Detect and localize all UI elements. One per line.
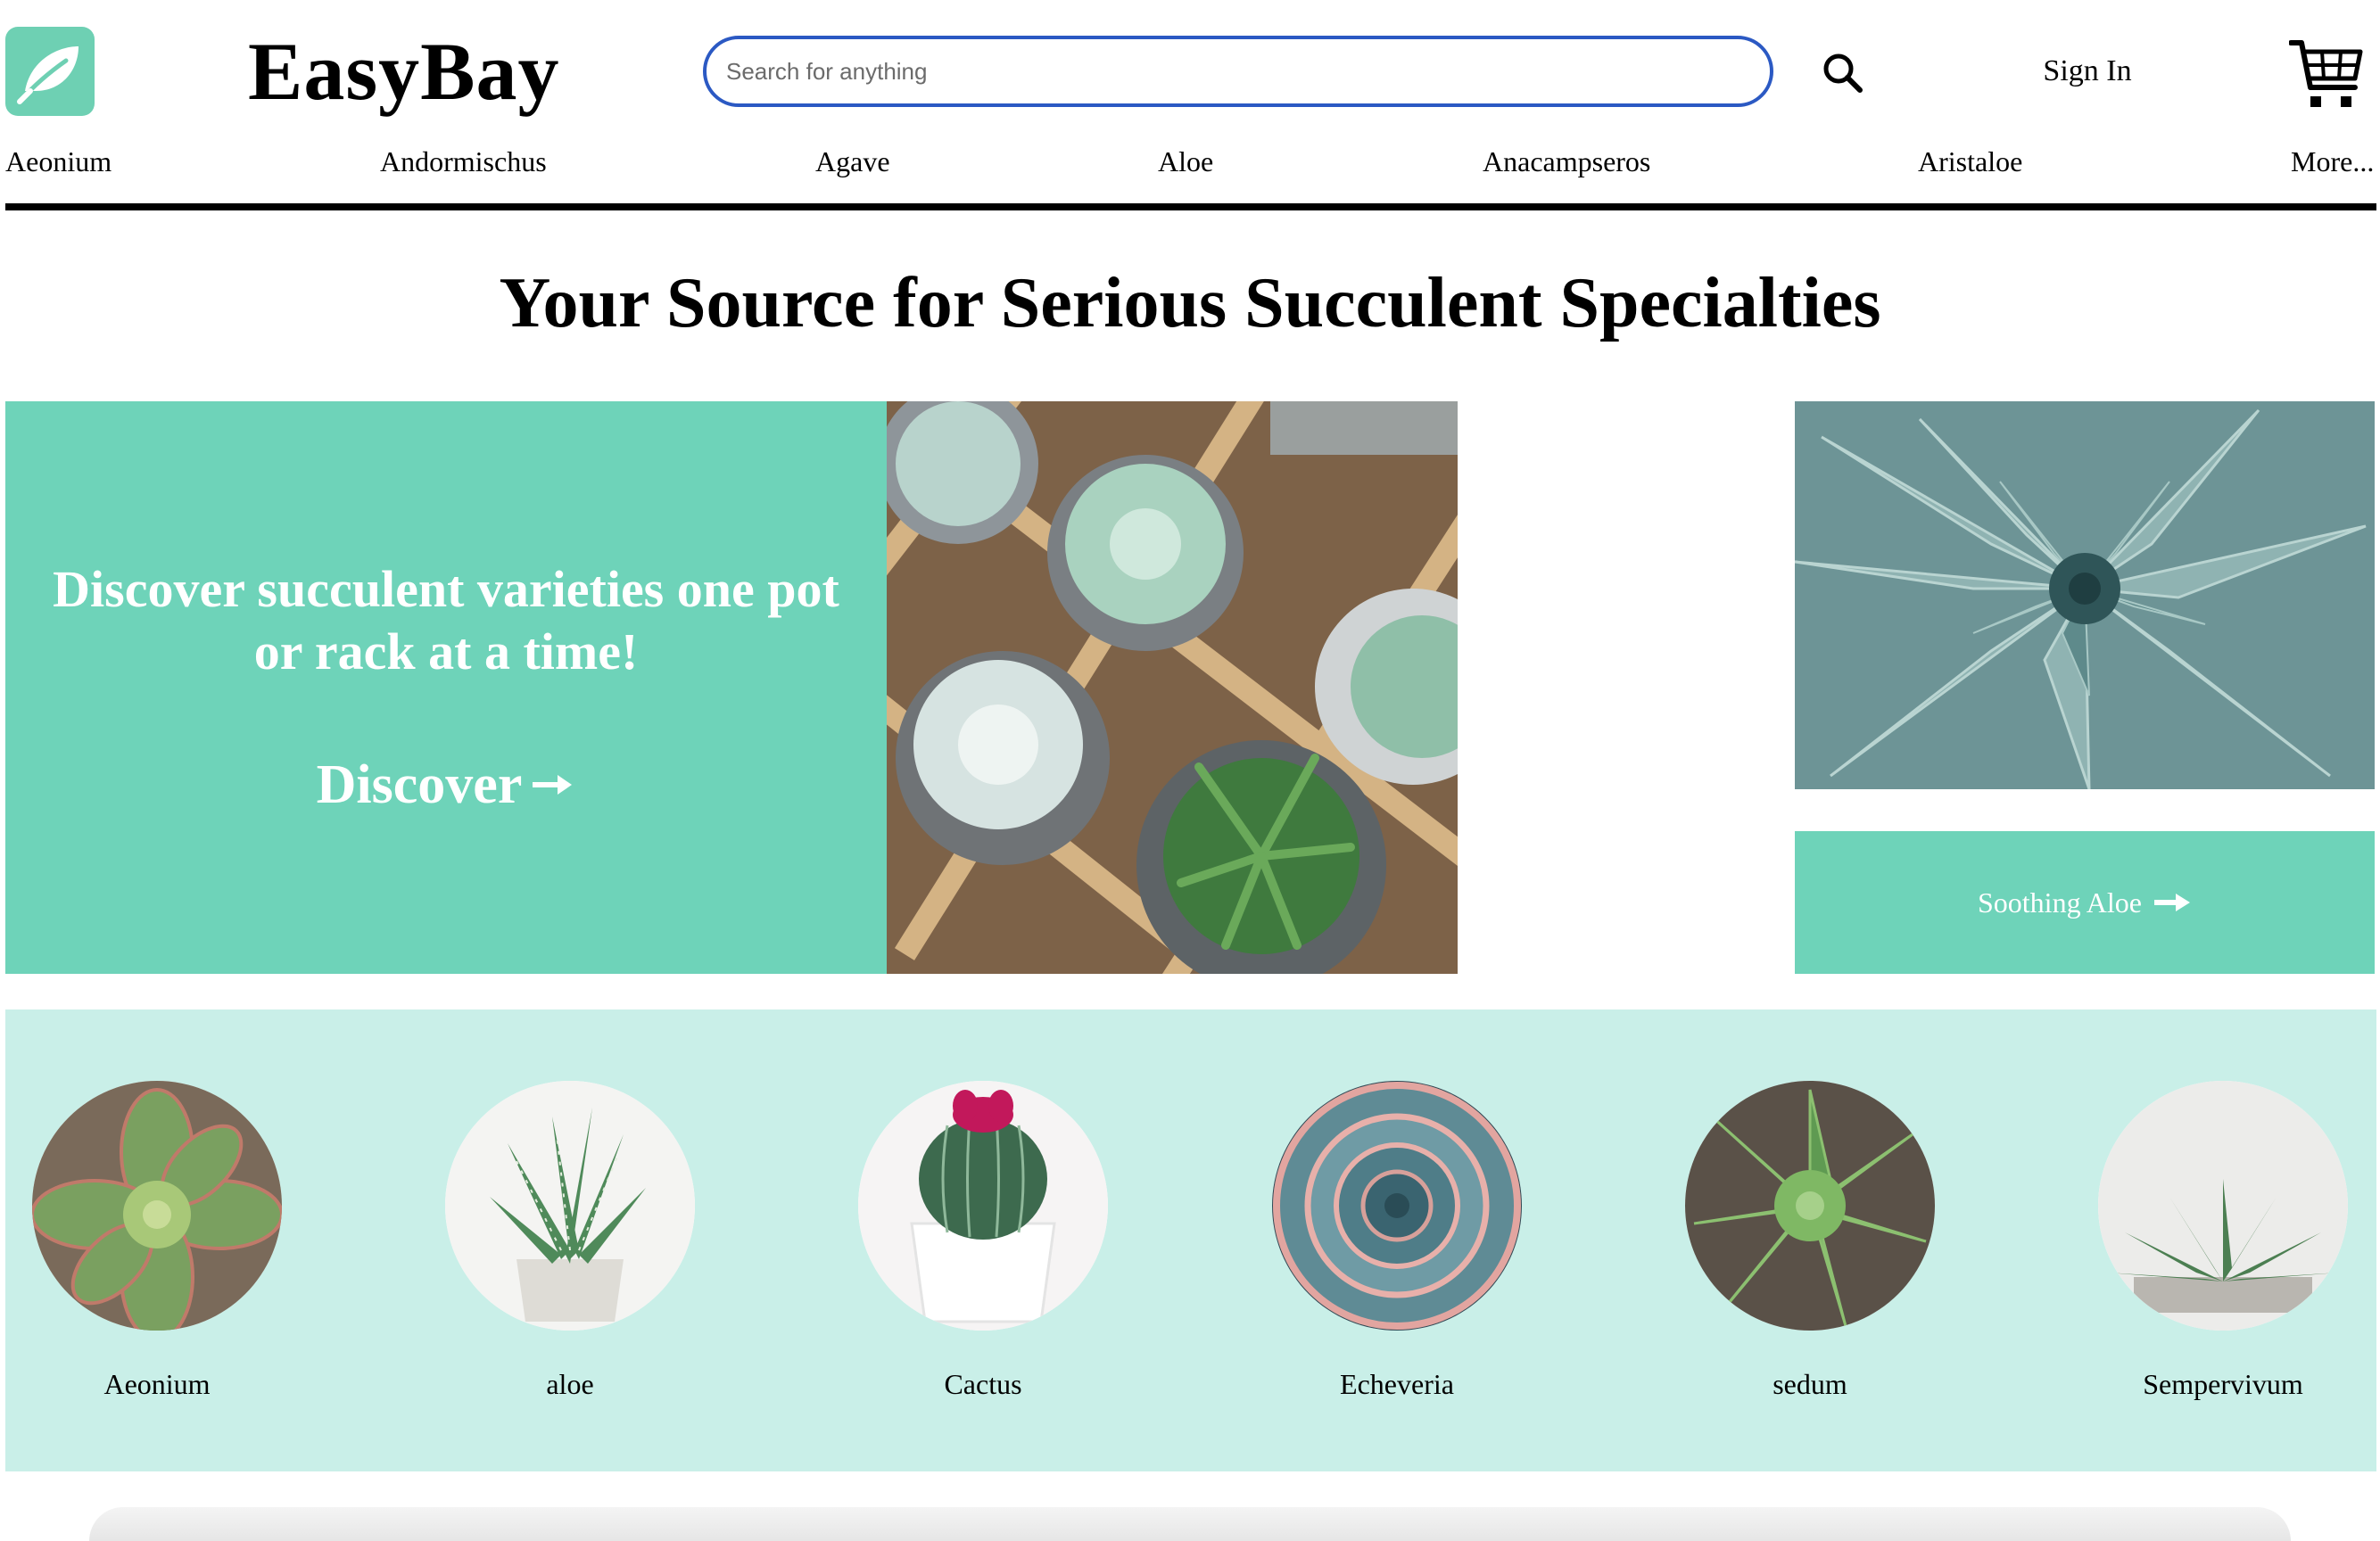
search-icon xyxy=(1823,54,1863,93)
nav-item-andormischus[interactable]: Andormischus xyxy=(380,143,547,180)
search-input[interactable] xyxy=(726,39,1770,103)
nav-item-aeonium[interactable]: Aeonium xyxy=(5,143,112,180)
category-label: Cactus xyxy=(944,1368,1022,1400)
hero-tagline: Discover succulent varieties one pot or … xyxy=(53,560,839,680)
sign-in-link[interactable]: Sign In xyxy=(2007,50,2168,93)
category-label: Sempervivum xyxy=(2143,1368,2303,1400)
echeveria-image xyxy=(1272,1081,1522,1331)
discover-button[interactable]: Discover xyxy=(5,749,887,820)
category-card-cactus[interactable]: Cactus xyxy=(858,1081,1108,1402)
category-label: Aeonium xyxy=(103,1368,211,1400)
soothing-aloe-button[interactable]: Soothing Aloe xyxy=(1795,831,2375,974)
nav-item-aloe[interactable]: Aloe xyxy=(1158,143,1213,180)
cart-icon xyxy=(2288,40,2363,107)
succulent-rack-photo[interactable] xyxy=(887,401,1458,974)
category-label: sedum xyxy=(1773,1368,1847,1400)
aeonium-image xyxy=(32,1081,282,1331)
cactus-image xyxy=(858,1081,1108,1331)
arrow-right-icon xyxy=(2153,891,2192,914)
search-button[interactable] xyxy=(1818,48,1868,98)
category-card-echeveria[interactable]: Echeveria xyxy=(1272,1081,1522,1402)
category-nav: Aeonium Andormischus Agave Aloe Anacamps… xyxy=(5,143,2376,180)
search-bar[interactable] xyxy=(703,36,1773,107)
cart-button[interactable] xyxy=(2288,36,2364,112)
category-card-aeonium[interactable]: Aeonium xyxy=(32,1081,282,1402)
sempervivum-image xyxy=(2098,1081,2348,1331)
category-card-sempervivum[interactable]: Sempervivum xyxy=(2098,1081,2348,1402)
nav-item-agave[interactable]: Agave xyxy=(815,143,890,180)
arrow-right-icon xyxy=(531,771,575,798)
nav-item-more[interactable]: More... xyxy=(2291,143,2374,180)
nav-item-aristaloe[interactable]: Aristaloe xyxy=(1918,143,2022,180)
logo[interactable] xyxy=(5,27,95,116)
soothing-aloe-label: Soothing Aloe xyxy=(1977,886,2142,919)
category-label: Echeveria xyxy=(1340,1368,1454,1400)
nav-item-anacampseros[interactable]: Anacampseros xyxy=(1483,143,1650,180)
category-label: aloe xyxy=(546,1368,594,1400)
hero-banner: Discover succulent varieties one pot or … xyxy=(5,401,887,974)
page-headline: Your Source for Serious Succulent Specia… xyxy=(499,264,1881,342)
aloe-image xyxy=(445,1081,695,1331)
discover-label: Discover xyxy=(316,754,523,815)
footer-edge xyxy=(89,1507,2291,1541)
agave-photo[interactable] xyxy=(1795,401,2375,789)
nav-divider xyxy=(5,203,2376,210)
featured-categories: Aeonium aloe Cactus Echeveria sedum Semp… xyxy=(5,1009,2376,1471)
leaf-logo-icon xyxy=(17,46,79,104)
sedum-image xyxy=(1685,1081,1935,1331)
category-card-aloe[interactable]: aloe xyxy=(445,1081,695,1402)
category-card-sedum[interactable]: sedum xyxy=(1685,1081,1935,1402)
brand-name[interactable]: EasyBay xyxy=(248,25,560,118)
